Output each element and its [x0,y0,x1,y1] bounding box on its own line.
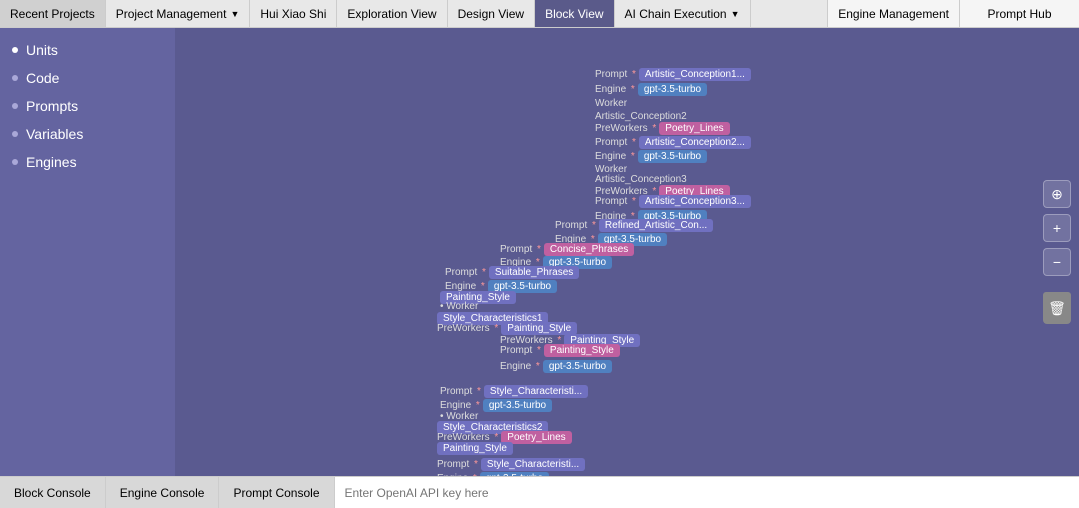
block-type-label: Prompt * [500,244,541,255]
block-row: Prompt *Artistic_Conception1... [595,68,751,81]
block-chip[interactable]: Artistic_Conception1... [639,68,751,81]
block-chip[interactable]: gpt-3.5-turbo [543,360,612,373]
sidebar-item-units[interactable]: Units [0,36,175,64]
block-row: PreWorkers *Poetry_Lines [595,122,730,135]
sidebar: Units Code Prompts Variables Engines [0,28,175,476]
block-row: Engine *gpt-3.5-turbo [500,360,612,373]
block-type-label: Prompt * [500,345,541,356]
block-row: Engine *gpt-3.5-turbo [437,472,549,476]
block-row: Prompt *Style_Characteristi... [440,385,588,398]
canvas-inner: Prompt *Artistic_Conception1...Engine *g… [175,28,1079,476]
nav-right-section: Engine Management Prompt Hub [827,0,1079,27]
canvas-area[interactable]: Prompt *Artistic_Conception1...Engine *g… [175,28,1079,476]
block-type-label: PreWorkers * [437,323,498,334]
block-chip[interactable]: Style_Characteristi... [481,458,585,471]
zoom-out-button[interactable]: − [1043,248,1071,276]
block-type-label: Engine * [440,400,480,411]
block-row: Engine *gpt-3.5-turbo [595,150,707,163]
api-key-input[interactable] [335,477,1079,508]
block-row: Prompt *Refined_Artistic_Con... [555,219,713,232]
sidebar-dot [12,159,18,165]
block-type-label: Prompt * [437,459,478,470]
zoom-in-button[interactable]: + [1043,214,1071,242]
compass-control[interactable]: ⊕ [1043,180,1071,208]
nav-design-view[interactable]: Design View [448,0,535,27]
block-type-label: Prompt * [440,386,481,397]
sidebar-item-code[interactable]: Code [0,64,175,92]
bottom-bar: Block Console Engine Console Prompt Cons… [0,476,1079,508]
block-type-label: Engine * [595,84,635,95]
sidebar-item-variables[interactable]: Variables [0,120,175,148]
sidebar-item-prompts[interactable]: Prompts [0,92,175,120]
block-chip[interactable]: Refined_Artistic_Con... [599,219,713,232]
dropdown-arrow: ▼ [230,9,239,19]
prompt-console-tab[interactable]: Prompt Console [219,477,334,508]
sidebar-dot [12,131,18,137]
nav-prompt-hub[interactable]: Prompt Hub [959,0,1079,27]
block-type-label: Prompt * [555,220,596,231]
block-console-tab[interactable]: Block Console [0,477,106,508]
trash-button[interactable]: 🗑 [1043,292,1071,324]
block-chip[interactable]: gpt-3.5-turbo [638,150,707,163]
block-type-label: Engine * [595,151,635,162]
dropdown-arrow-ai: ▼ [731,9,740,19]
top-navigation: Recent Projects Project Management ▼ Hui… [0,0,1079,28]
block-chip[interactable]: gpt-3.5-turbo [480,472,549,476]
right-controls: ⊕ + − 🗑 [1043,180,1071,324]
block-row: Prompt *Painting_Style [500,344,620,357]
block-type-label: Engine * [437,473,477,476]
block-row: Prompt *Concise_Phrases [500,243,634,256]
block-row: Prompt *Suitable_Phrases [445,266,579,279]
block-type-label: Prompt * [595,137,636,148]
sidebar-dot [12,103,18,109]
block-row: Prompt *Artistic_Conception2... [595,136,751,149]
block-chip[interactable]: Painting_Style [544,344,620,357]
block-chip[interactable]: Poetry_Lines [659,122,729,135]
nav-recent-projects[interactable]: Recent Projects [0,0,106,27]
block-type-label: Artistic_Conception3 [595,174,687,185]
sidebar-dot [12,75,18,81]
block-type-label: Artistic_Conception2 [595,111,687,122]
block-chip[interactable]: gpt-3.5-turbo [483,399,552,412]
block-type-label: PreWorkers * [595,123,656,134]
block-type-label: Engine * [500,361,540,372]
nav-block-view[interactable]: Block View [535,0,614,27]
main-area: Units Code Prompts Variables Engines Pro… [0,28,1079,476]
block-chip[interactable]: Artistic_Conception2... [639,136,751,149]
block-chip[interactable]: gpt-3.5-turbo [638,83,707,96]
block-chip[interactable]: Suitable_Phrases [489,266,579,279]
block-chip[interactable]: Style_Characteristi... [484,385,588,398]
block-row: Artistic_Conception2 [595,111,687,122]
nav-exploration-view[interactable]: Exploration View [337,0,447,27]
block-row: • Worker [440,301,478,312]
worker-label: Worker [595,98,627,109]
preworkers-chip[interactable]: Painting_Style [437,442,513,455]
block-row: Worker [595,98,627,109]
nav-project-management[interactable]: Project Management ▼ [106,0,251,27]
nav-engine-management[interactable]: Engine Management [827,0,959,27]
nav-ai-chain-execution[interactable]: AI Chain Execution ▼ [615,0,751,27]
worker-label: • Worker [440,301,478,312]
block-row: Prompt *Artistic_Conception3... [595,195,751,208]
nav-hui-xiao-shi[interactable]: Hui Xiao Shi [250,0,337,27]
block-chip[interactable]: Concise_Phrases [544,243,634,256]
engine-console-tab[interactable]: Engine Console [106,477,220,508]
sidebar-dot [12,47,18,53]
block-type-label: Prompt * [595,69,636,80]
block-type-label: Prompt * [595,196,636,207]
block-row: Artistic_Conception3 [595,174,687,185]
block-type-label: Prompt * [445,267,486,278]
block-row: Engine *gpt-3.5-turbo [595,83,707,96]
block-row: Prompt *Style_Characteristi... [437,458,585,471]
block-chip[interactable]: Artistic_Conception3... [639,195,751,208]
block-row: Painting_Style [437,442,513,455]
sidebar-item-engines[interactable]: Engines [0,148,175,176]
